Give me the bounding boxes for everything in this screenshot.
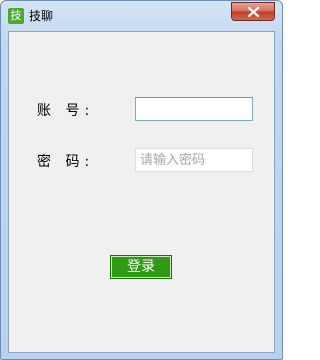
account-input[interactable] (135, 97, 253, 121)
title-bar[interactable]: 技 技聊 (1, 1, 282, 31)
password-label: 密 码: (37, 154, 95, 170)
password-input[interactable] (135, 148, 253, 172)
window-title: 技聊 (29, 9, 54, 23)
login-form: 账 号: 密 码: 登录 (8, 31, 275, 353)
account-label: 账 号: (37, 103, 95, 119)
close-icon (248, 7, 259, 17)
login-window: 技 技聊 账 号: 密 码: 登录 (0, 0, 283, 360)
close-button[interactable] (231, 2, 275, 21)
app-icon: 技 (8, 8, 24, 24)
login-button[interactable]: 登录 (110, 255, 172, 279)
